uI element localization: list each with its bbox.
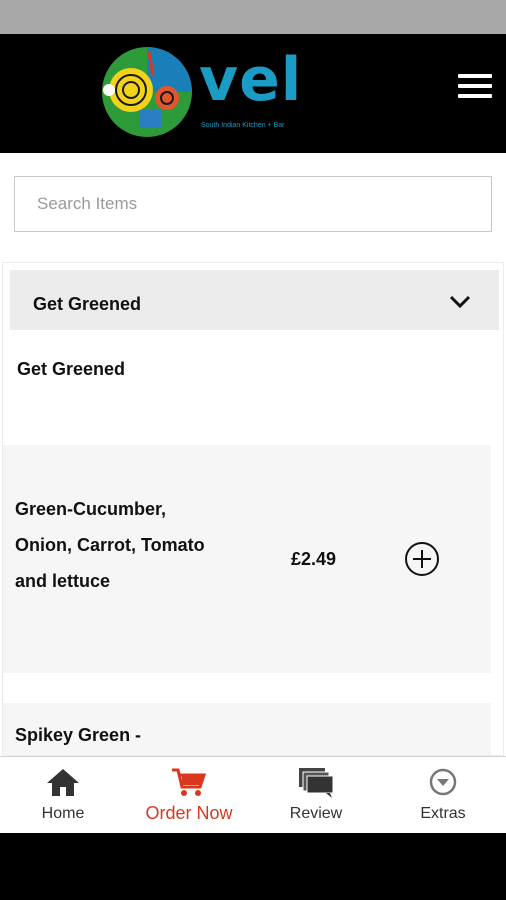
add-to-cart-icon[interactable] <box>403 540 441 578</box>
nav-home-label: Home <box>41 805 85 822</box>
nav-review-label: Review <box>289 805 343 822</box>
system-nav-bar <box>0 833 506 900</box>
category-accordion-header[interactable]: Get Greened <box>10 270 499 330</box>
category-title: Get Greened <box>33 294 142 314</box>
search-input[interactable] <box>14 176 492 232</box>
hamburger-menu-icon[interactable] <box>458 74 492 108</box>
menu-item-name: Spikey Green - <box>15 725 142 745</box>
cart-icon <box>172 768 207 796</box>
logo-tagline: South Indian Kitchen + Bar <box>201 122 285 129</box>
status-bar <box>0 0 506 34</box>
nav-review[interactable]: Review <box>253 757 379 834</box>
menu-item-row: Spikey Green - <box>3 703 491 755</box>
menu-item-price: £2.49 <box>291 549 337 569</box>
nav-order-now-label: Order Now <box>145 803 233 823</box>
menu-item-name: Green-Cucumber, Onion, Carrot, Tomato an… <box>15 499 205 591</box>
category-subtitle: Get Greened <box>17 359 126 379</box>
menu-item-row: Green-Cucumber, Onion, Carrot, Tomato an… <box>3 445 491 673</box>
nav-home[interactable]: Home <box>0 757 126 834</box>
nav-extras-label: Extras <box>420 805 466 822</box>
home-icon <box>47 769 79 796</box>
nav-order-now[interactable]: Order Now <box>126 757 252 834</box>
app-header: vel South Indian Kitchen + Bar <box>0 34 506 153</box>
chevron-circle-icon <box>429 768 457 796</box>
nav-extras[interactable]: Extras <box>380 757 506 834</box>
brand-logo[interactable]: vel South Indian Kitchen + Bar <box>101 46 327 142</box>
chevron-down-icon <box>449 295 471 309</box>
logo-emblem-icon <box>102 47 192 137</box>
logo-wordmark: vel <box>199 45 303 115</box>
menu-panel: Get Greened Get Greened Green-Cucumber, … <box>2 262 504 756</box>
chat-icon <box>299 768 334 798</box>
bottom-nav: Home Order Now Review Extras <box>0 756 506 833</box>
